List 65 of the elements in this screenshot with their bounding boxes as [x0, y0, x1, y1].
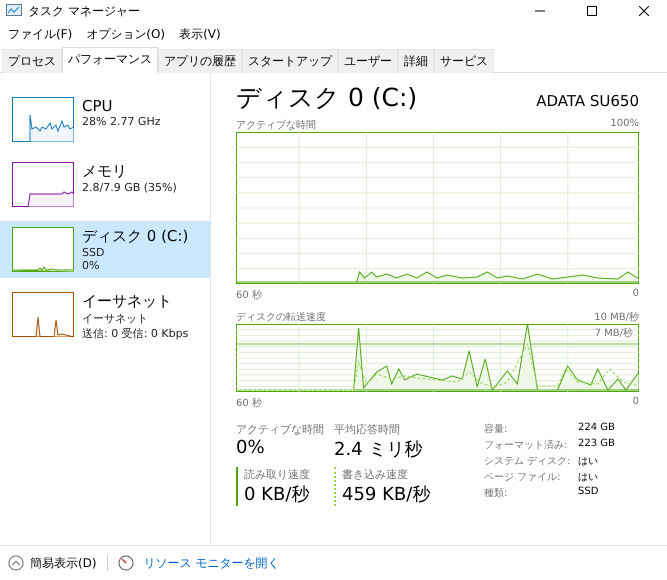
graph-max-label: 10 MB/秒 [594, 310, 639, 324]
disk-model: ADATA SU650 [536, 92, 639, 110]
stat-value: 0% [236, 437, 266, 458]
fewer-details-button[interactable]: 簡易表示(D) [8, 554, 97, 572]
resource-detail: 28% 2.77 GHz [82, 115, 161, 128]
gauge-icon [118, 555, 134, 571]
graph-thumbnail-icon [12, 227, 74, 272]
resource-detail: 2.8/7.9 GB (35%) [82, 181, 177, 194]
tab[interactable]: パフォーマンス [62, 47, 158, 73]
resource-detail: 0% [82, 259, 100, 272]
property-value: 223 GB [578, 438, 615, 451]
maximize-icon [587, 6, 597, 16]
stat-value: 459 KB/秒 [342, 483, 432, 506]
tab[interactable]: アプリの履歴 [158, 49, 242, 73]
graph-thumbnail-icon [12, 162, 74, 207]
close-icon [639, 6, 649, 16]
graph-max-label: 100% [610, 118, 639, 131]
property-value: はい [578, 471, 599, 484]
graph-label: ディスクの転送速度 [236, 310, 326, 324]
resource-name: ディスク 0 (C:) [82, 227, 188, 246]
property-value: はい [578, 455, 599, 468]
property-label: 容量: [484, 422, 508, 436]
property-label: フォーマット済み: [484, 438, 568, 452]
stat-label: アクティブな時間 [236, 422, 325, 437]
property-value: SSD [578, 486, 600, 499]
time-axis-label: 60 秒 [236, 396, 262, 410]
stat-label: 読み取り速度 [244, 467, 311, 482]
tab[interactable]: スタートアップ [242, 49, 338, 73]
resource-name: メモリ [82, 162, 128, 181]
property-label: 種類: [484, 486, 508, 500]
graph-label: アクティブな時間 [236, 118, 316, 132]
resource-detail: 送信: 0 受信: 0 Kbps [82, 326, 188, 341]
property-label: システム ディスク: [484, 455, 572, 468]
tab[interactable]: 詳細 [398, 49, 434, 73]
graph-scale-label: 7 MB/秒 [594, 326, 633, 340]
tab[interactable]: サービス [434, 49, 494, 73]
resource-detail: SSD [82, 246, 106, 259]
property-value: 224 GB [578, 422, 615, 435]
tab[interactable]: ユーザー [338, 49, 398, 73]
tab[interactable]: プロセス [2, 49, 62, 73]
resource-name: CPU [82, 97, 114, 115]
property-label: ページ ファイル: [484, 471, 562, 484]
stat-value: 2.4 ミリ秒 [334, 438, 424, 461]
graph-thumbnail-icon [12, 292, 74, 337]
sidebar-item[interactable]: ディスク 0 (C:) SSD 0% [0, 221, 210, 278]
resource-monitor-link[interactable]: リソース モニターを開く [144, 554, 280, 572]
resource-name: イーサネット [82, 292, 173, 311]
resource-detail: イーサネット [82, 311, 149, 326]
time-axis-label: 60 秒 [236, 288, 262, 302]
graph-min-label: 0 [632, 396, 639, 409]
sidebar-item[interactable]: CPU 28% 2.77 GHz [0, 91, 210, 148]
chevron-up-icon [8, 555, 24, 571]
graph-thumbnail-icon [12, 97, 74, 142]
window-title: タスク マネージャー [28, 2, 141, 20]
disk-title: ディスク 0 (C:) [236, 82, 418, 114]
sidebar-item[interactable]: イーサネット イーサネット 送信: 0 受信: 0 Kbps [0, 286, 210, 347]
sidebar-item[interactable]: メモリ 2.8/7.9 GB (35%) [0, 156, 210, 213]
app-icon [6, 4, 22, 18]
menu-item[interactable]: オプション(O) [86, 26, 166, 43]
menu-item[interactable]: 表示(V) [179, 26, 221, 43]
menu-item[interactable]: ファイル(F) [8, 26, 72, 43]
stat-label: 書き込み速度 [342, 467, 409, 482]
stat-label: 平均応答時間 [334, 422, 401, 437]
graph-min-label: 0 [632, 288, 639, 301]
stat-value: 0 KB/秒 [244, 483, 310, 506]
